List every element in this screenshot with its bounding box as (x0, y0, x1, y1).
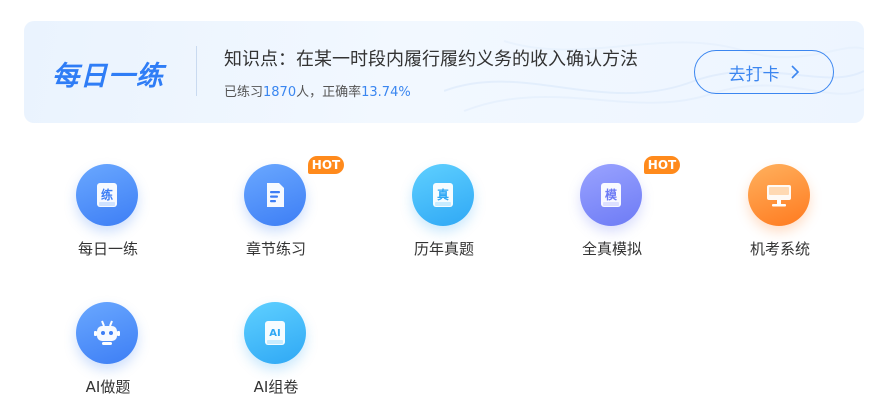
tile-label: AI组卷 (253, 378, 299, 396)
practice-book-icon: 练 (76, 164, 138, 226)
tile-label: 历年真题 (413, 240, 474, 258)
practice-stats: 已练习1870人，正确率13.74% (224, 81, 411, 100)
ai-glyph: AI (269, 328, 280, 339)
knowledge-point-title: 知识点：在某一时段内履行履约义务的收入确认方法 (224, 49, 638, 70)
stats-count: 1870 (263, 85, 297, 100)
tile-computer-exam[interactable]: 机考系统 (696, 152, 864, 262)
mock-glyph: 模 (605, 187, 618, 202)
past-papers-glyph: 真 (437, 187, 449, 202)
banner-brand-title: 每日一练 (52, 61, 164, 92)
stats-prefix: 已练习 (224, 85, 264, 100)
chevron-right-icon (790, 65, 799, 79)
stats-mid: 人，正确率 (296, 85, 362, 100)
checkin-label: 去打卡 (728, 64, 780, 85)
daily-practice-banner: 每日一练 知识点：在某一时段内履行履约义务的收入确认方法 已练习1870人，正确… (24, 21, 864, 123)
computer-icon (748, 164, 810, 226)
tile-label: 章节练习 (245, 240, 306, 258)
tile-past-papers[interactable]: 真 历年真题 (360, 152, 528, 262)
mock-exam-icon: 模 (580, 164, 642, 226)
tile-label: 机考系统 (749, 240, 810, 258)
hot-badge-mock: HOT (644, 156, 680, 174)
tile-ai-practice[interactable]: AI做题 (24, 290, 192, 400)
stats-rate: 13.74% (361, 85, 411, 100)
practice-glyph: 练 (101, 187, 113, 202)
hot-badge-chapter: HOT (308, 156, 344, 174)
tile-label: AI做题 (85, 378, 131, 396)
past-papers-icon: 真 (412, 164, 474, 226)
banner-divider (196, 46, 197, 96)
document-icon (244, 164, 306, 226)
tile-label: 全真模拟 (581, 240, 642, 258)
ai-paper-icon: AI (244, 302, 306, 364)
tile-ai-paper[interactable]: AI AI组卷 (192, 290, 360, 400)
tile-daily-practice[interactable]: 练 每日一练 (24, 152, 192, 262)
tile-label: 每日一练 (77, 240, 138, 258)
checkin-button[interactable]: 去打卡 (694, 50, 834, 94)
robot-icon (76, 302, 138, 364)
